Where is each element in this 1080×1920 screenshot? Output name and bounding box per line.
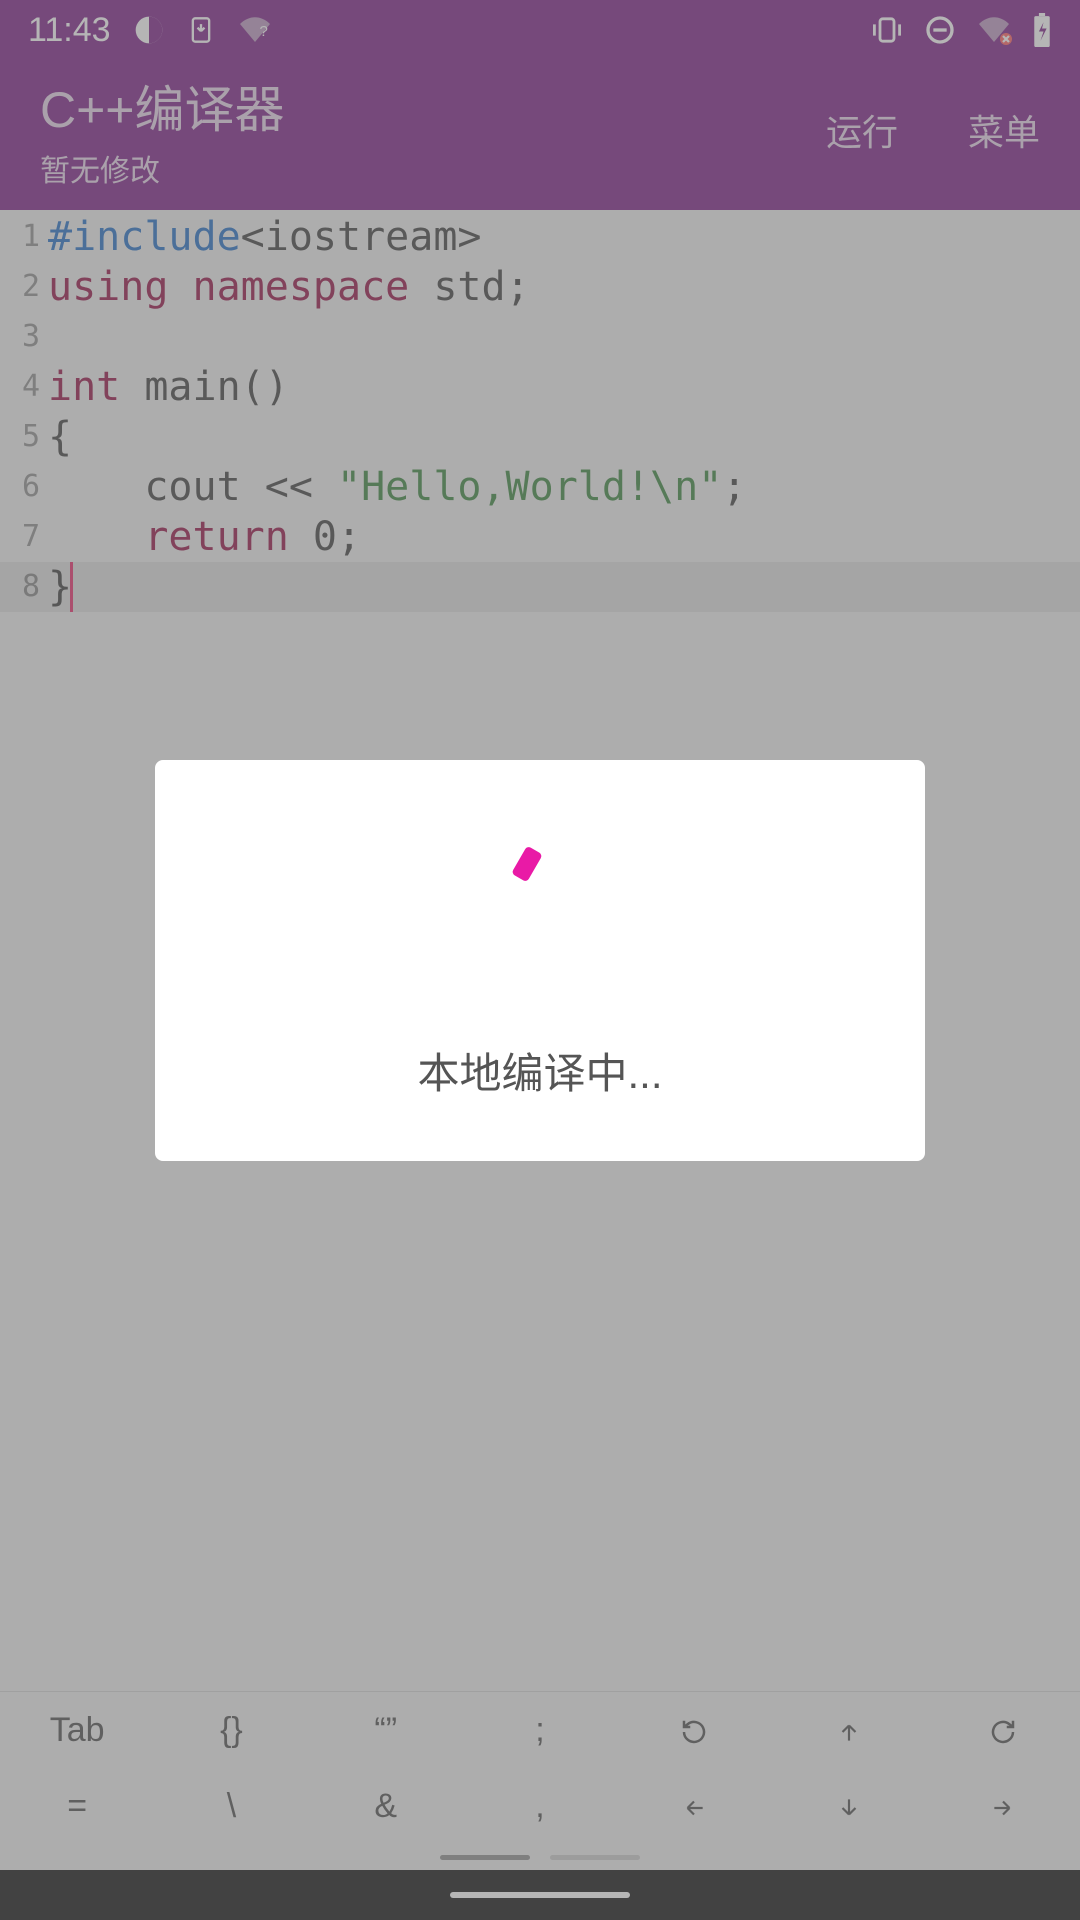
screen: 11:43 ?: [0, 0, 1080, 1920]
modal-overlay: 本地编译中...: [0, 0, 1080, 1920]
compile-dialog: 本地编译中...: [155, 760, 925, 1161]
spinner-icon: [480, 830, 600, 950]
dialog-message: 本地编译中...: [417, 1040, 662, 1101]
